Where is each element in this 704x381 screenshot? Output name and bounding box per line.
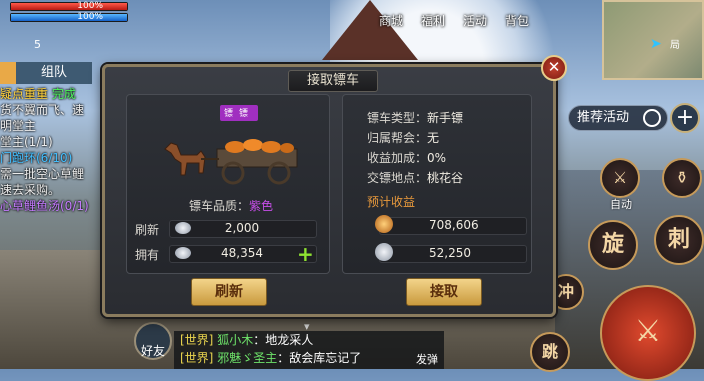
player-arrow-icon: ➤ bbox=[650, 36, 662, 52]
add-currency-button[interactable]: + bbox=[297, 242, 314, 266]
quest-line: 需一批空心草鲤 bbox=[0, 167, 85, 181]
skill-stab-button[interactable]: 刺 bbox=[654, 215, 704, 265]
welfare-button[interactable]: 福利 bbox=[414, 0, 452, 30]
refresh-cost-row: 刷新 2,000 bbox=[135, 220, 325, 238]
escort-cart-dialog: 接取镖车 ✕ 镖镖 镖车品质：紫色 刷新 2,000 拥有 48,354 + 镖… bbox=[102, 55, 567, 317]
mp-bar: 100% bbox=[10, 12, 128, 22]
info-delivery-location: 交镖地点：桃花谷 bbox=[367, 171, 464, 185]
recommend-label: 推荐活动 bbox=[577, 110, 630, 125]
silver-coin-icon bbox=[175, 247, 191, 259]
attack-button[interactable]: ⚔ bbox=[600, 285, 696, 381]
team-tab[interactable]: 组队 bbox=[16, 62, 92, 84]
team-tab-bar: 组队 bbox=[0, 62, 92, 84]
minimap[interactable]: ➤ 局 bbox=[602, 0, 704, 80]
owned-value: 48,354 bbox=[221, 246, 263, 260]
hp-text: 100% bbox=[77, 1, 103, 11]
minimap-label: 局 bbox=[670, 40, 680, 51]
hp-fill bbox=[11, 3, 127, 10]
quest-line[interactable]: 门跑环(6/10) bbox=[0, 150, 100, 166]
reward-silver-value: 52,250 bbox=[429, 246, 471, 260]
cart-quality: 镖车品质：紫色 bbox=[189, 197, 273, 214]
gold-ingot-icon bbox=[375, 215, 393, 233]
reward-gold-row: 708,606 bbox=[367, 215, 527, 235]
shop-button[interactable]: 商城 bbox=[372, 0, 410, 30]
quality-label: 镖车品质： bbox=[189, 199, 250, 213]
accept-button[interactable]: 接取 bbox=[406, 278, 482, 306]
player-status-bars: 100% 100% bbox=[10, 1, 128, 24]
quest-tab[interactable] bbox=[0, 62, 16, 84]
cart-tag: 镖镖 bbox=[220, 105, 259, 121]
quest-line: 速去采购。 bbox=[0, 183, 61, 197]
refresh-button[interactable]: 刷新 bbox=[191, 278, 267, 306]
chat-line: [世界] 狐小木：地龙采人 bbox=[180, 333, 314, 347]
barrage-button[interactable]: 发弹 bbox=[410, 333, 444, 367]
quest-line: 明堂主 bbox=[0, 119, 37, 133]
expected-reward-label: 预计收益 bbox=[367, 195, 416, 209]
refresh-cost-label: 刷新 bbox=[135, 223, 160, 237]
reward-gold-value: 708,606 bbox=[429, 218, 479, 232]
top-menu: 商城 福利 活动 背包 bbox=[372, 0, 536, 30]
friends-label: 好友 bbox=[140, 344, 165, 358]
reward-silver-row: 52,250 bbox=[367, 243, 527, 263]
barrage-label: 发弹 bbox=[416, 353, 438, 366]
mp-text: 100% bbox=[77, 12, 103, 22]
skill-jump-button[interactable]: 跳 bbox=[530, 332, 570, 372]
quest-line[interactable]: 心草鲤鱼汤(0/1) bbox=[0, 198, 100, 214]
expand-plus-button[interactable]: + bbox=[670, 103, 700, 133]
quality-value: 紫色 bbox=[249, 199, 274, 213]
close-button[interactable]: ✕ bbox=[541, 55, 567, 81]
bag-button[interactable]: 背包 bbox=[498, 0, 536, 30]
info-bonus: 收益加成：0% bbox=[367, 151, 447, 165]
hp-bar: 100% bbox=[10, 1, 128, 11]
friends-button[interactable]: 好友 bbox=[134, 322, 172, 360]
silver-coin-icon bbox=[175, 222, 191, 234]
chat-line: [世界] 邪魅ゞ圣主：敌会库忘记了 bbox=[180, 351, 362, 365]
info-cart-type: 镖车类型：新手镖 bbox=[367, 111, 464, 125]
chevron-down-icon[interactable]: ▾ bbox=[304, 320, 310, 333]
events-button[interactable]: 活动 bbox=[456, 0, 494, 30]
quest-line[interactable]: 疑点重重 完成 bbox=[0, 86, 100, 102]
chat-box[interactable]: [世界] 狐小木：地龙采人 [世界] 邪魅ゞ圣主：敌会库忘记了 bbox=[174, 331, 444, 369]
cart-panel: 镖镖 镖车品质：紫色 刷新 2,000 拥有 48,354 + bbox=[126, 94, 330, 274]
refresh-cost-value: 2,000 bbox=[224, 221, 260, 235]
owned-row: 拥有 48,354 + bbox=[135, 242, 325, 266]
cart-info-panel: 镖车类型：新手镖 归属帮会：无 收益加成：0% 交镖地点：桃花谷 预计收益 70… bbox=[342, 94, 532, 274]
recommend-activity-button[interactable]: 推荐活动 bbox=[568, 105, 668, 131]
quest-line: 堂主(1/1) bbox=[0, 135, 53, 149]
search-icon bbox=[643, 109, 661, 127]
auto-battle-button[interactable]: ⚔ bbox=[600, 158, 640, 198]
horse-cart-image bbox=[164, 139, 298, 185]
skill-spin-button[interactable]: 旋 bbox=[588, 220, 638, 270]
owned-label: 拥有 bbox=[135, 248, 160, 262]
dialog-title: 接取镖车 bbox=[288, 70, 378, 92]
mp-fill bbox=[11, 14, 127, 21]
auto-label: 自动 bbox=[610, 198, 632, 211]
player-level: 5 bbox=[34, 38, 41, 51]
info-guild: 归属帮会：无 bbox=[367, 131, 440, 145]
potion-button[interactable]: ⚱ bbox=[662, 158, 702, 198]
silver-coin-icon bbox=[375, 243, 393, 261]
quest-line: 货不翼而飞、速 bbox=[0, 103, 85, 117]
quest-tracker[interactable]: 疑点重重 完成 货不翼而飞、速 明堂主 堂主(1/1) 门跑环(6/10) 需一… bbox=[0, 86, 100, 214]
